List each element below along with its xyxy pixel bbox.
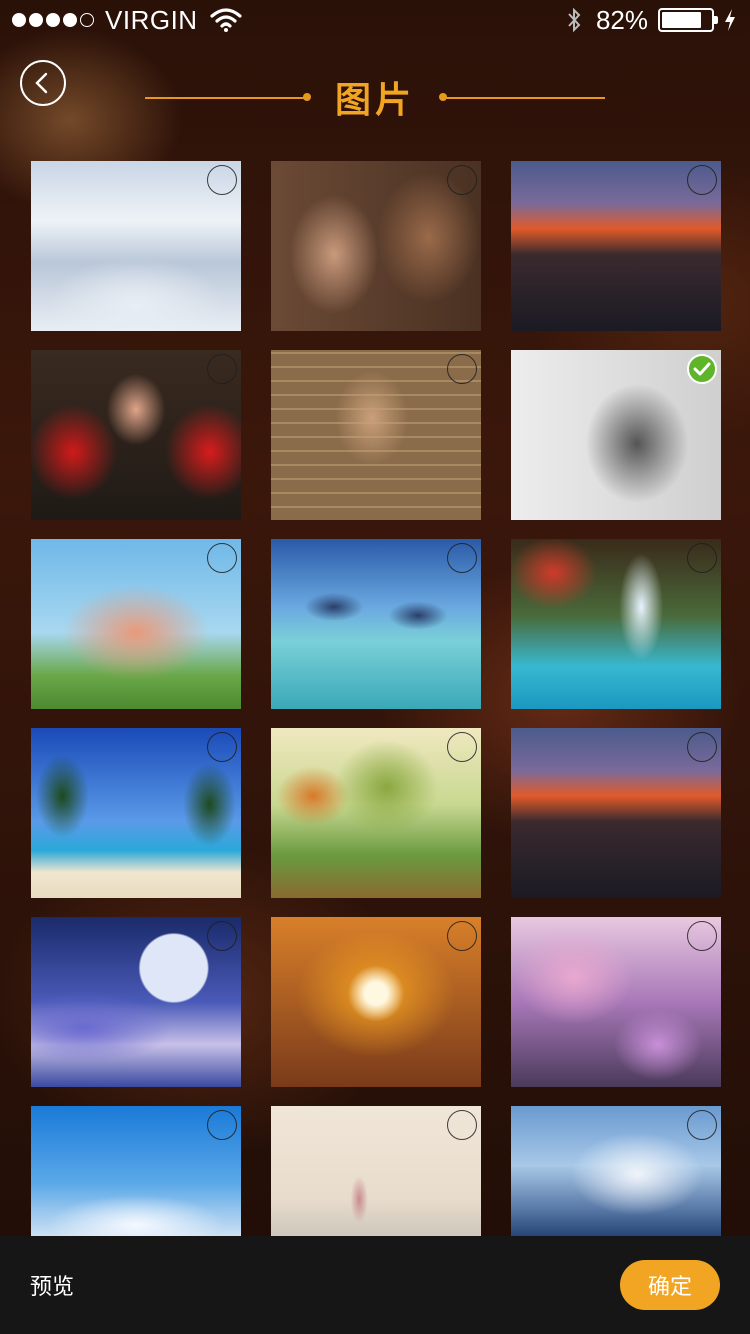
select-circle-icon[interactable]: [207, 165, 237, 195]
photo-tile-dolphins[interactable]: [271, 539, 481, 709]
photo-tile-city-sunset[interactable]: [511, 161, 721, 331]
photo-grid: [31, 161, 721, 1236]
signal-strength-icon: [12, 13, 97, 27]
select-circle-icon[interactable]: [207, 732, 237, 762]
select-circle-icon[interactable]: [207, 921, 237, 951]
battery-percentage: 82%: [595, 4, 648, 35]
status-bar: VIRGIN 82%: [0, 0, 750, 40]
select-circle-icon[interactable]: [687, 921, 717, 951]
photo-tile-man-portrait-sketch[interactable]: [511, 350, 721, 520]
photo-tile-waterfall[interactable]: [511, 539, 721, 709]
title-dot-left: [303, 93, 311, 101]
battery-level-fill: [662, 12, 702, 28]
photo-tile-cherry-blossom-street[interactable]: [511, 917, 721, 1087]
page-title: 图片: [334, 80, 415, 121]
title-divider-right: [445, 97, 605, 99]
wifi-icon: [209, 8, 242, 32]
photo-tile-couple-kissing[interactable]: [271, 161, 481, 331]
page-header: 图片: [145, 74, 605, 121]
select-circle-icon[interactable]: [447, 1110, 477, 1140]
preview-button[interactable]: 预览: [30, 1269, 74, 1301]
select-circle-icon[interactable]: [207, 354, 237, 384]
photo-tile-happy-family[interactable]: [31, 539, 241, 709]
bluetooth-icon: [568, 7, 581, 33]
select-circle-icon[interactable]: [687, 1110, 717, 1140]
photo-tile-man-against-brick-wall[interactable]: [271, 350, 481, 520]
select-circle-icon[interactable]: [687, 165, 717, 195]
photo-tile-girl-on-beach[interactable]: [271, 1106, 481, 1236]
status-right: 82%: [566, 5, 736, 36]
carrier-name: VIRGIN: [105, 4, 198, 35]
select-circle-icon[interactable]: [447, 732, 477, 762]
select-circle-icon[interactable]: [687, 732, 717, 762]
photo-tile-snowy-castle[interactable]: [31, 161, 241, 331]
battery-icon: [658, 8, 718, 32]
photo-tile-girl-with-red-flags[interactable]: [31, 350, 241, 520]
select-circle-icon[interactable]: [207, 543, 237, 573]
photo-tile-snowy-mountain-lake[interactable]: [511, 1106, 721, 1236]
bottom-bar: 预览 确定: [0, 1236, 750, 1334]
photo-tile-palm-beach[interactable]: [31, 728, 241, 898]
photo-tile-maple-leaf-sun[interactable]: [271, 917, 481, 1087]
select-circle-icon[interactable]: [207, 1110, 237, 1140]
selected-check-icon[interactable]: [687, 354, 717, 384]
photo-tile-snowy-trees[interactable]: [31, 1106, 241, 1236]
photo-tile-city-sunset[interactable]: [511, 728, 721, 898]
select-circle-icon[interactable]: [447, 165, 477, 195]
title-divider-left: [145, 97, 305, 99]
select-circle-icon[interactable]: [447, 543, 477, 573]
status-left: VIRGIN: [12, 5, 242, 36]
confirm-button[interactable]: 确定: [620, 1260, 720, 1310]
photo-tile-moon-and-planets[interactable]: [31, 917, 241, 1087]
back-button[interactable]: [20, 60, 66, 106]
chevron-left-icon: [35, 72, 48, 94]
select-circle-icon[interactable]: [687, 543, 717, 573]
select-circle-icon[interactable]: [447, 354, 477, 384]
charging-icon: [725, 9, 735, 31]
select-circle-icon[interactable]: [447, 921, 477, 951]
photo-tile-autumn-tree-painting[interactable]: [271, 728, 481, 898]
